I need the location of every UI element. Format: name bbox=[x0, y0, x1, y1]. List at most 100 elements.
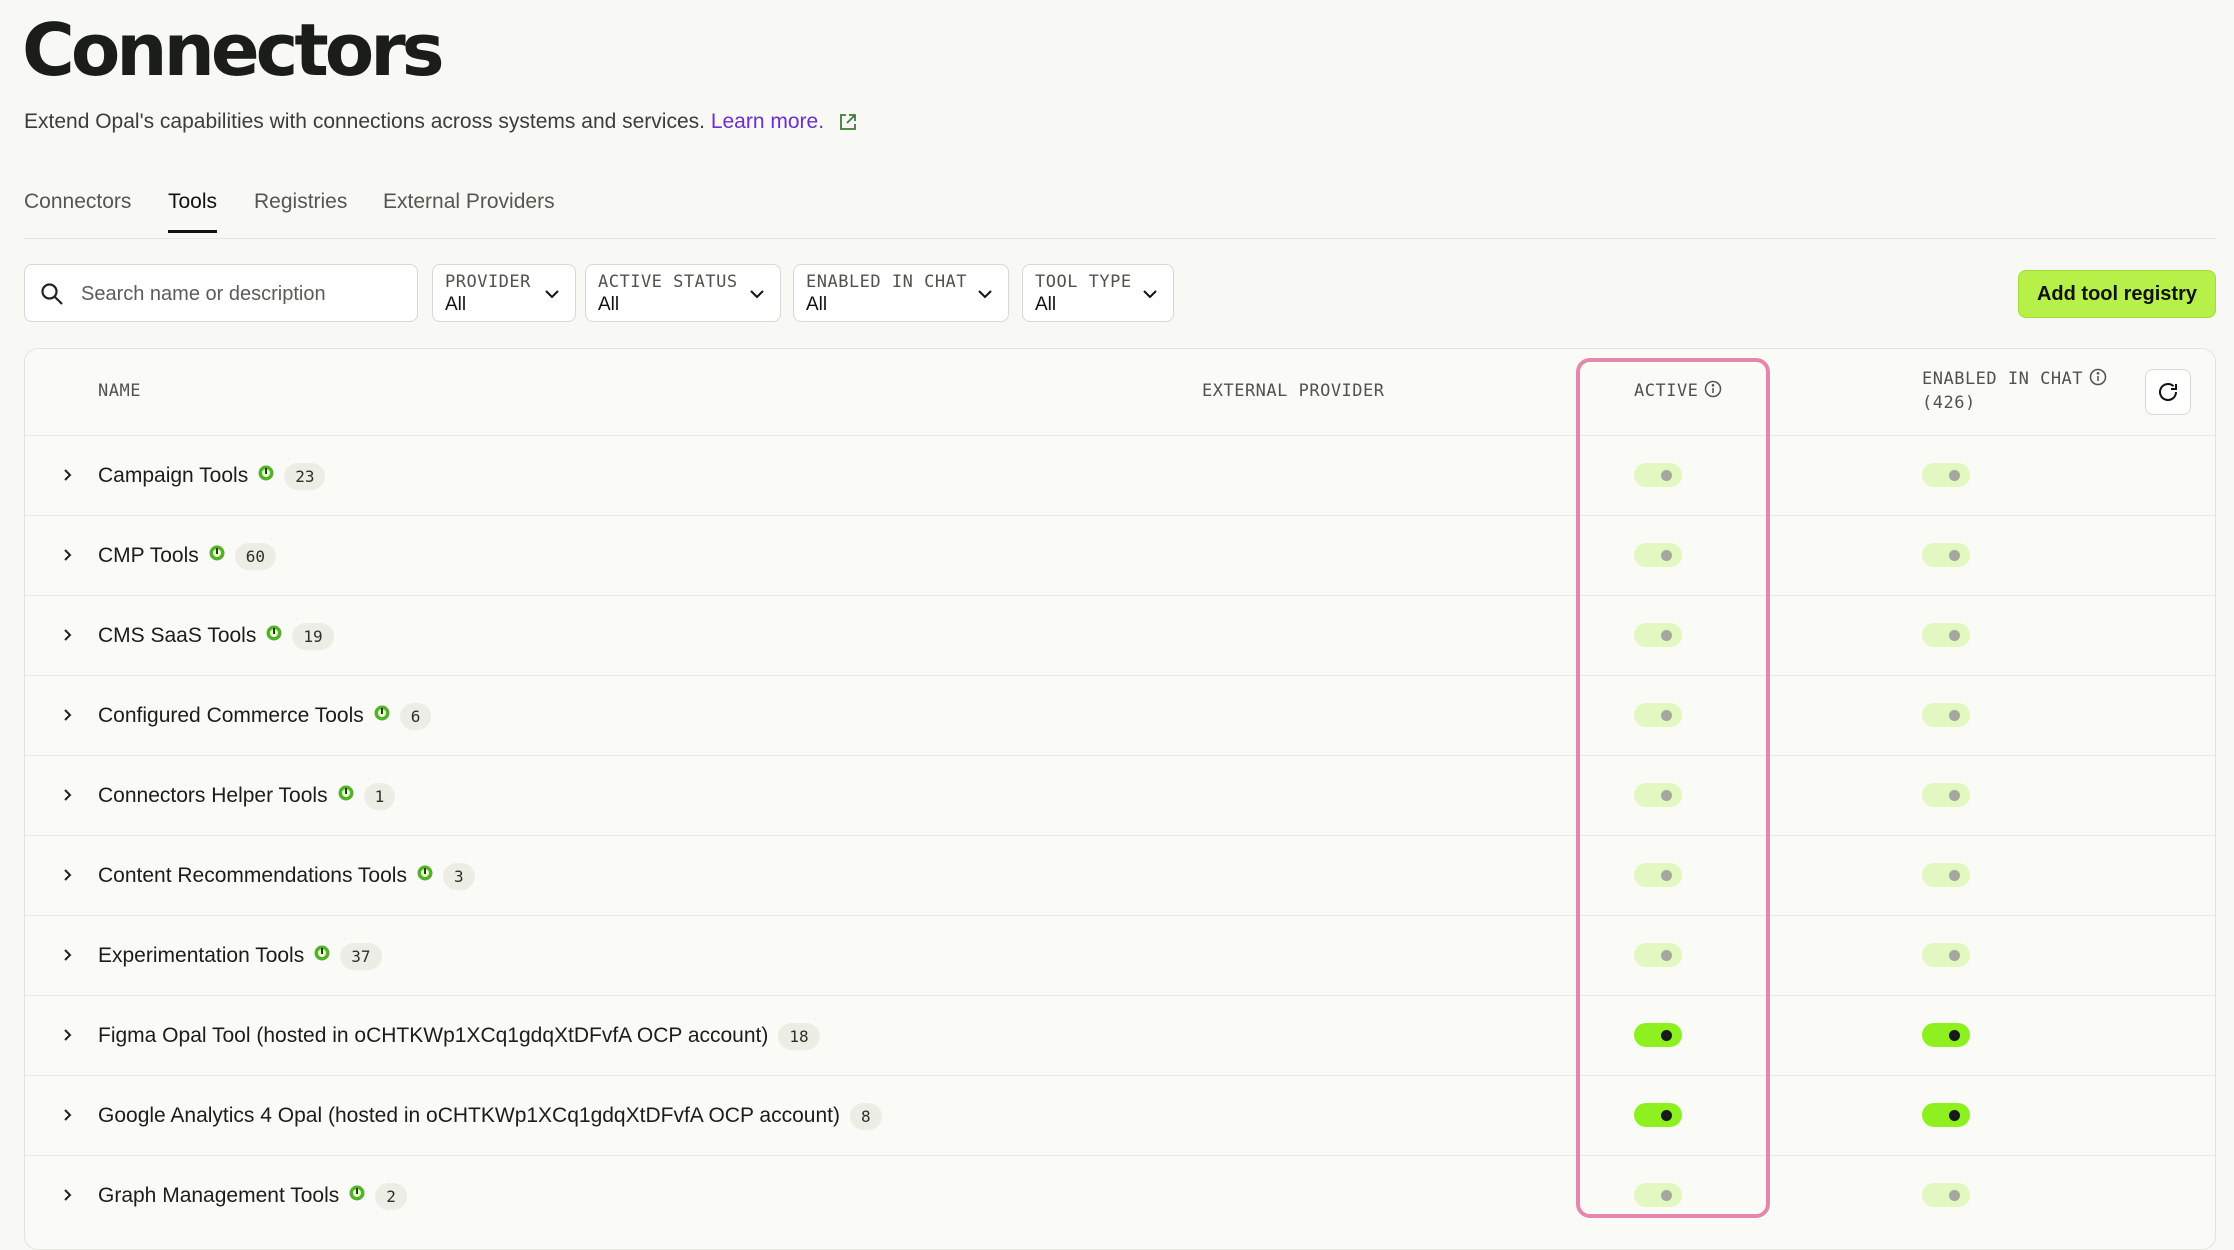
tool-count-badge: 3 bbox=[442, 863, 475, 890]
toggle-knob bbox=[1949, 870, 1960, 881]
refresh-icon bbox=[2159, 383, 2177, 401]
enabled-in-chat-toggle[interactable] bbox=[1922, 543, 1970, 567]
active-status-filter-value: All bbox=[598, 294, 620, 315]
learn-more-link[interactable]: Learn more. bbox=[711, 110, 824, 133]
active-toggle[interactable] bbox=[1634, 543, 1682, 567]
enabled-in-chat-toggle[interactable] bbox=[1922, 1023, 1970, 1047]
tool-group-name: Configured Commerce Tools bbox=[98, 704, 364, 727]
toggle-knob bbox=[1661, 1030, 1672, 1041]
toggle-knob bbox=[1661, 790, 1672, 801]
column-header-active-label: ACTIVE bbox=[1634, 381, 1699, 401]
enabled-in-chat-filter-value: All bbox=[806, 294, 828, 315]
enabled-in-chat-toggle[interactable] bbox=[1922, 1183, 1970, 1207]
chevron-down-icon bbox=[545, 290, 559, 299]
toggle-knob bbox=[1949, 1110, 1960, 1121]
chevron-right-icon[interactable] bbox=[61, 467, 75, 488]
table-row[interactable]: Google Analytics 4 Opal (hosted in oCHTK… bbox=[25, 1075, 2215, 1156]
search-icon bbox=[41, 283, 63, 305]
chevron-right-icon[interactable] bbox=[61, 867, 75, 888]
tool-group-name: Connectors Helper Tools bbox=[98, 784, 328, 807]
tool-count-badge: 2 bbox=[375, 1183, 407, 1210]
enabled-in-chat-filter-label: ENABLED IN CHAT bbox=[806, 272, 968, 292]
chevron-right-icon[interactable] bbox=[61, 547, 75, 568]
table-row[interactable]: CMP Tools 60 bbox=[25, 515, 2215, 596]
opal-icon bbox=[349, 1183, 365, 1207]
enabled-in-chat-toggle[interactable] bbox=[1922, 703, 1970, 727]
toggle-knob bbox=[1661, 870, 1672, 881]
tool-count-badge: 6 bbox=[399, 703, 432, 730]
active-status-filter[interactable]: ACTIVE STATUS All bbox=[585, 264, 781, 322]
tool-group-name: Graph Management Tools bbox=[98, 1184, 340, 1207]
column-header-name: NAME bbox=[98, 381, 141, 401]
enabled-in-chat-toggle[interactable] bbox=[1922, 463, 1970, 487]
toggle-knob bbox=[1949, 470, 1960, 481]
table-row[interactable]: Graph Management Tools 2 bbox=[25, 1155, 2215, 1236]
tool-group-name: Content Recommendations Tools bbox=[98, 864, 407, 887]
provider-filter-value: All bbox=[445, 294, 467, 315]
info-icon[interactable] bbox=[2089, 368, 2107, 386]
active-toggle[interactable] bbox=[1634, 623, 1682, 647]
table-row[interactable]: Experimentation Tools 37 bbox=[25, 915, 2215, 996]
active-toggle[interactable] bbox=[1634, 1183, 1682, 1207]
chevron-right-icon[interactable] bbox=[61, 1027, 75, 1048]
tab-bar: Connectors Tools Registries External Pro… bbox=[24, 186, 2216, 239]
active-toggle[interactable] bbox=[1634, 703, 1682, 727]
tool-group-name-cell: Figma Opal Tool (hosted in oCHTKWp1XCq1g… bbox=[98, 1023, 820, 1050]
enabled-in-chat-filter[interactable]: ENABLED IN CHAT All bbox=[793, 264, 1009, 322]
toggle-knob bbox=[1949, 950, 1960, 961]
chevron-right-icon[interactable] bbox=[61, 707, 75, 728]
toggle-knob bbox=[1949, 550, 1960, 561]
tool-type-filter[interactable]: TOOL TYPE All bbox=[1022, 264, 1174, 322]
active-toggle[interactable] bbox=[1634, 1103, 1682, 1127]
enabled-in-chat-toggle[interactable] bbox=[1922, 943, 1970, 967]
active-toggle[interactable] bbox=[1634, 783, 1682, 807]
search-input[interactable] bbox=[79, 277, 403, 311]
toggle-knob bbox=[1661, 470, 1672, 481]
active-toggle[interactable] bbox=[1634, 1023, 1682, 1047]
table-row[interactable]: Figma Opal Tool (hosted in oCHTKWp1XCq1g… bbox=[25, 995, 2215, 1076]
chevron-right-icon[interactable] bbox=[61, 627, 75, 648]
active-toggle[interactable] bbox=[1634, 463, 1682, 487]
tool-group-name-cell: CMP Tools 60 bbox=[98, 543, 277, 570]
chevron-right-icon[interactable] bbox=[61, 1107, 75, 1128]
table-row[interactable]: Campaign Tools 23 bbox=[25, 435, 2215, 516]
active-toggle[interactable] bbox=[1634, 943, 1682, 967]
page-subtitle: Extend Opal's capabilities with connecti… bbox=[24, 110, 858, 138]
opal-icon bbox=[258, 463, 274, 487]
tab-registries[interactable]: Registries bbox=[254, 190, 347, 230]
opal-icon bbox=[374, 703, 390, 727]
toggle-knob bbox=[1949, 1030, 1960, 1041]
tool-group-name: Figma Opal Tool (hosted in oCHTKWp1XCq1g… bbox=[98, 1024, 769, 1047]
active-toggle[interactable] bbox=[1634, 863, 1682, 887]
tab-tools[interactable]: Tools bbox=[168, 190, 218, 233]
column-header-enabled-in-chat: ENABLED IN CHAT (426) bbox=[1922, 368, 2107, 413]
enabled-in-chat-toggle[interactable] bbox=[1922, 783, 1970, 807]
table-row[interactable]: Connectors Helper Tools 1 bbox=[25, 755, 2215, 836]
info-icon[interactable] bbox=[1704, 380, 1722, 398]
tab-connectors[interactable]: Connectors bbox=[24, 190, 131, 230]
enabled-in-chat-toggle[interactable] bbox=[1922, 863, 1970, 887]
tool-group-name-cell: Campaign Tools 23 bbox=[98, 463, 326, 490]
opal-icon bbox=[417, 863, 433, 887]
enabled-in-chat-toggle[interactable] bbox=[1922, 1103, 1970, 1127]
enabled-in-chat-toggle[interactable] bbox=[1922, 623, 1970, 647]
chevron-right-icon[interactable] bbox=[61, 947, 75, 968]
external-link-icon[interactable] bbox=[838, 112, 858, 138]
provider-filter[interactable]: PROVIDER All bbox=[432, 264, 576, 322]
chevron-right-icon[interactable] bbox=[61, 787, 75, 808]
table-row[interactable]: Content Recommendations Tools 3 bbox=[25, 835, 2215, 916]
tool-count-badge: 23 bbox=[284, 463, 326, 490]
refresh-button[interactable] bbox=[2145, 369, 2191, 415]
tool-type-filter-value: All bbox=[1035, 294, 1057, 315]
table-row[interactable]: CMS SaaS Tools 19 bbox=[25, 595, 2215, 676]
add-tool-registry-button[interactable]: Add tool registry bbox=[2018, 270, 2216, 318]
active-status-filter-label: ACTIVE STATUS bbox=[598, 272, 738, 292]
chevron-down-icon bbox=[978, 290, 992, 299]
page-title: Connectors bbox=[22, 8, 445, 92]
tab-external-providers[interactable]: External Providers bbox=[383, 190, 555, 230]
toggle-knob bbox=[1661, 1190, 1672, 1201]
tool-group-name: Google Analytics 4 Opal (hosted in oCHTK… bbox=[98, 1104, 840, 1127]
table-row[interactable]: Configured Commerce Tools 6 bbox=[25, 675, 2215, 756]
chevron-right-icon[interactable] bbox=[61, 1187, 75, 1208]
toggle-knob bbox=[1949, 630, 1960, 641]
